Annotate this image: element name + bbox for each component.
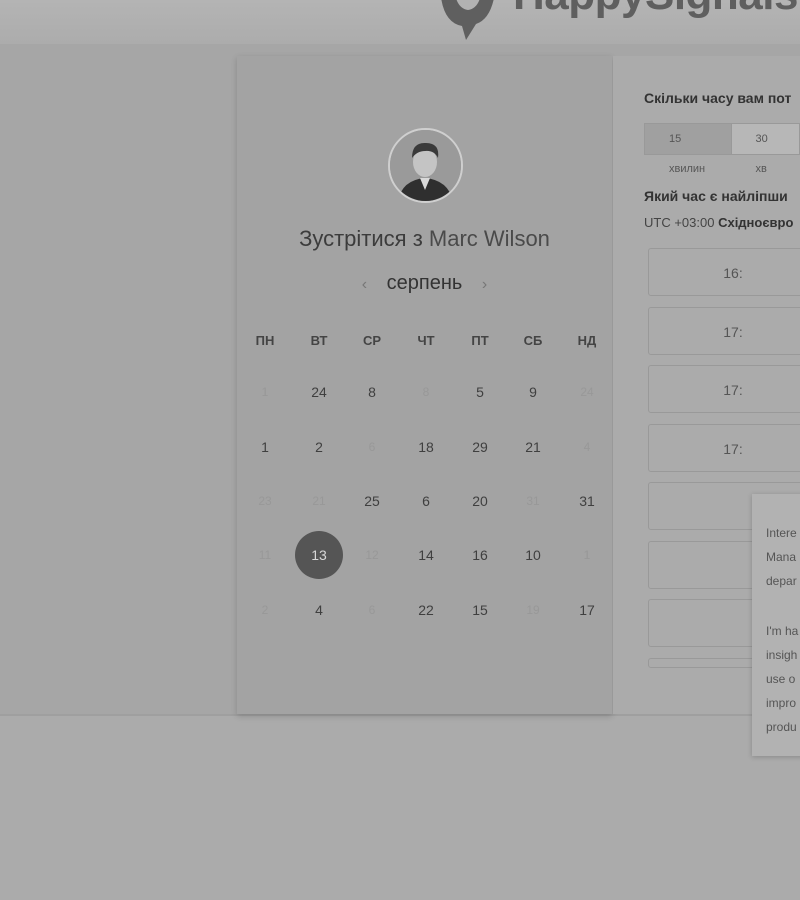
calendar-day: 19 bbox=[526, 603, 540, 617]
time-question: Який час є найліпши bbox=[644, 188, 788, 204]
calendar-card: Зустрітися з Marc Wilson ‹ серпень › ПН В… bbox=[237, 56, 612, 714]
weekday-label: СБ bbox=[523, 333, 543, 348]
calendar-day: 24 bbox=[580, 385, 594, 399]
chat-popup: Intere Mana depar I'm ha insigh use o impro pro… bbox=[752, 494, 800, 756]
popup-text-line: use o bbox=[766, 672, 796, 686]
time-slot[interactable]: 16: bbox=[648, 248, 800, 296]
time-slot[interactable]: 17: bbox=[648, 306, 800, 355]
month-label: серпень bbox=[386, 272, 463, 294]
time-slot[interactable]: 17: bbox=[648, 423, 800, 472]
weekday-label: ПН bbox=[255, 333, 275, 348]
calendar-day[interactable]: 15 bbox=[456, 586, 504, 634]
weekday-label: ПТ bbox=[471, 333, 489, 348]
calendar-day[interactable]: 14 bbox=[402, 531, 450, 579]
calendar-day: 11 bbox=[258, 548, 272, 562]
selected-day[interactable]: 13 bbox=[295, 531, 343, 579]
calendar-day[interactable]: 18 bbox=[402, 423, 450, 471]
popup-text-line: produ bbox=[766, 720, 797, 734]
calendar-day: 2 bbox=[261, 603, 269, 617]
duration-question: Скільки часу вам пот bbox=[644, 90, 792, 106]
weekday-label: СР bbox=[362, 333, 382, 348]
next-month-button[interactable]: › bbox=[468, 276, 501, 294]
popup-text-line: Mana bbox=[766, 550, 797, 564]
duration-selector: 15 хвилин 30 хв bbox=[644, 123, 800, 175]
logo-bubble-icon bbox=[441, 0, 494, 40]
calendar-day[interactable]: 10 bbox=[509, 531, 557, 579]
popup-text-line: Intere bbox=[766, 526, 797, 540]
calendar-day: 12 bbox=[365, 548, 379, 562]
calendar-day[interactable]: 8 bbox=[348, 368, 396, 416]
host-name: Marc Wilson bbox=[428, 226, 550, 251]
calendar-day[interactable]: 6 bbox=[402, 477, 450, 525]
calendar-day: 21 bbox=[312, 494, 326, 508]
calendar-day: 1 bbox=[583, 548, 591, 562]
person-icon bbox=[390, 130, 461, 201]
calendar-day: 31 bbox=[526, 494, 540, 508]
calendar-day[interactable]: 4 bbox=[295, 586, 343, 634]
brand-name: HappySignals bbox=[513, 0, 798, 17]
timezone-offset: UTC +03:00 bbox=[644, 215, 715, 230]
calendar-day[interactable]: 24 bbox=[295, 368, 343, 416]
calendar-day[interactable]: 29 bbox=[456, 423, 504, 471]
calendar-day[interactable]: 2 bbox=[295, 423, 343, 471]
month-navigation: ‹ серпень › bbox=[237, 272, 612, 295]
timezone-name: Східноєвро bbox=[718, 215, 794, 230]
calendar-day: 1 bbox=[261, 385, 269, 399]
popup-text-line: insigh bbox=[766, 648, 798, 662]
duration-option-15[interactable]: 15 хвилин bbox=[645, 124, 732, 175]
calendar-day[interactable]: 16 bbox=[456, 531, 504, 579]
weekday-label: ВТ bbox=[310, 333, 328, 348]
prev-month-button[interactable]: ‹ bbox=[348, 276, 381, 294]
duration-option-30[interactable]: 30 хв bbox=[731, 124, 799, 175]
calendar-day[interactable]: 31 bbox=[563, 477, 611, 525]
popup-text-line: depar bbox=[766, 574, 797, 588]
calendar-day: 8 bbox=[422, 385, 430, 399]
popup-text-line: I'm ha bbox=[766, 624, 799, 638]
calendar-day[interactable]: 1 bbox=[241, 423, 289, 471]
calendar-day: 23 bbox=[258, 494, 272, 508]
meeting-title: Зустрітися з Marc Wilson bbox=[237, 226, 612, 252]
calendar-day: 6 bbox=[368, 603, 376, 617]
calendar-day[interactable]: 5 bbox=[456, 368, 504, 416]
calendar-day[interactable]: 20 bbox=[456, 477, 504, 525]
host-avatar bbox=[388, 128, 463, 203]
calendar-day[interactable]: 17 bbox=[563, 586, 611, 634]
band-divider bbox=[0, 714, 800, 716]
weekday-header: ПН ВТ СР ЧТ ПТ СБ НД bbox=[237, 333, 612, 353]
time-slot[interactable]: 17: bbox=[648, 365, 800, 413]
calendar-day[interactable]: 22 bbox=[402, 586, 450, 634]
calendar-day: 4 bbox=[583, 440, 591, 454]
popup-text-line: impro bbox=[766, 696, 797, 710]
timezone-label: UTC +03:00 Східноєвро bbox=[644, 215, 793, 230]
meeting-title-prefix: Зустрітися з bbox=[299, 226, 423, 251]
weekday-label: ЧТ bbox=[417, 333, 435, 348]
weekday-label: НД bbox=[577, 333, 597, 348]
calendar-day[interactable]: 9 bbox=[509, 368, 557, 416]
calendar-day[interactable]: 21 bbox=[509, 423, 557, 471]
calendar-day: 6 bbox=[368, 440, 376, 454]
calendar-day[interactable]: 25 bbox=[348, 477, 396, 525]
